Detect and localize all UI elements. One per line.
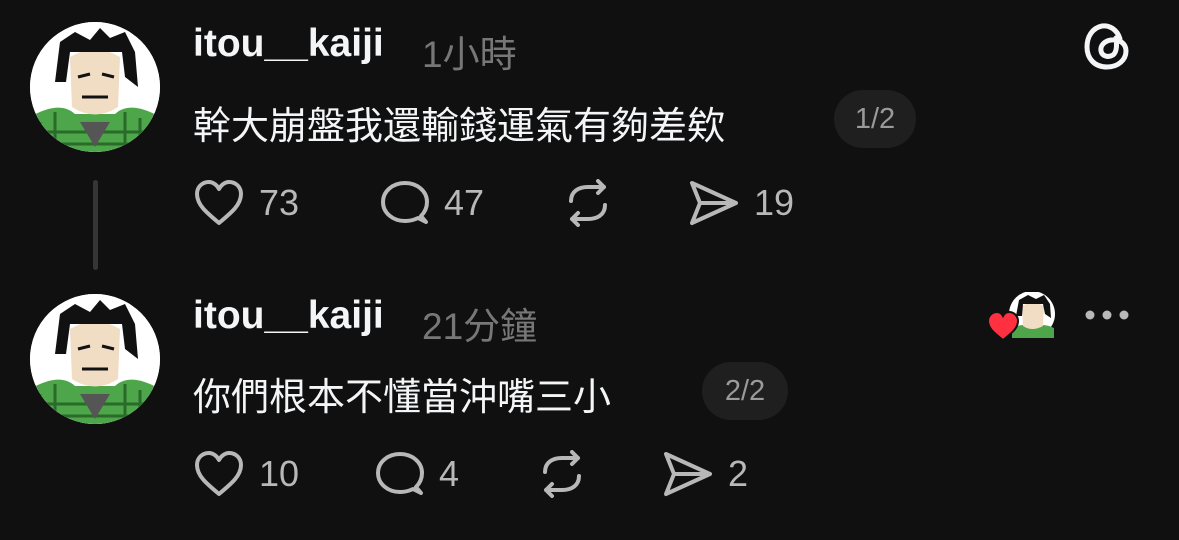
- repost-button[interactable]: [536, 449, 588, 499]
- post-text: 幹大崩盤我還輸錢運氣有夠差欸: [193, 104, 726, 148]
- post-time: 21分鐘: [422, 306, 538, 347]
- reply-count: 4: [439, 453, 460, 494]
- post-time: 1小時: [422, 34, 517, 75]
- reply-button[interactable]: 47: [378, 178, 484, 228]
- like-count: 73: [259, 182, 300, 223]
- comment-bubble-icon: [381, 181, 429, 224]
- threads-logo-icon[interactable]: [1082, 20, 1134, 76]
- send-icon: [690, 181, 738, 225]
- username[interactable]: itou__kaiji: [193, 294, 384, 338]
- send-icon: [664, 452, 712, 496]
- page-badge: 1/2: [834, 90, 916, 148]
- share-button[interactable]: 2: [662, 449, 748, 499]
- repost-icon: [569, 179, 607, 227]
- repost-icon: [543, 450, 581, 498]
- reply-count: 47: [444, 182, 485, 223]
- heart-filled-icon: [986, 310, 1020, 342]
- avatar[interactable]: [30, 22, 160, 152]
- thread-line: [93, 180, 98, 270]
- page-badge: 2/2: [702, 362, 788, 420]
- post-text: 你們根本不懂當沖嘴三小: [193, 375, 612, 419]
- share-count: 2: [728, 453, 749, 494]
- username[interactable]: itou__kaiji: [193, 22, 384, 66]
- liked-by-indicator: [986, 291, 1058, 342]
- share-button[interactable]: 19: [688, 178, 794, 228]
- avatar[interactable]: [30, 294, 160, 424]
- more-button[interactable]: [1083, 302, 1131, 332]
- heart-icon: [195, 451, 243, 496]
- like-button[interactable]: 73: [193, 178, 299, 228]
- repost-button[interactable]: [562, 178, 614, 228]
- share-count: 19: [754, 182, 795, 223]
- comment-bubble-icon: [376, 452, 424, 495]
- reply-button[interactable]: 4: [373, 449, 459, 499]
- like-count: 10: [259, 453, 300, 494]
- heart-icon: [195, 180, 243, 225]
- like-button[interactable]: 10: [193, 449, 299, 499]
- more-dots-icon: [1085, 310, 1129, 320]
